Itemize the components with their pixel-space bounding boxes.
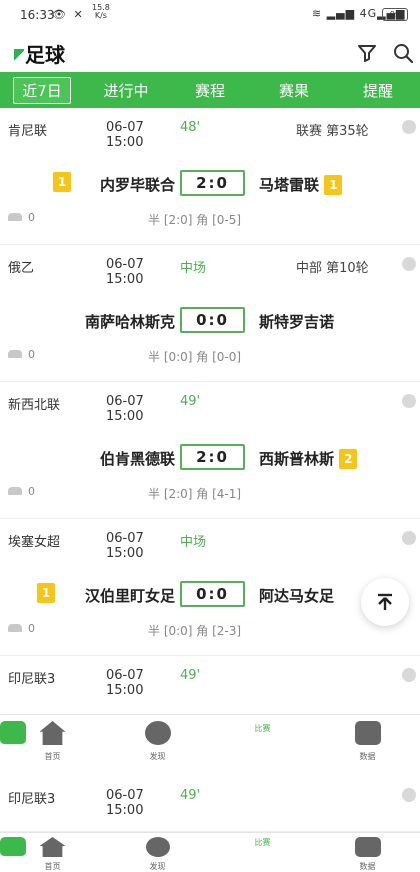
back-to-top-button[interactable] bbox=[361, 578, 409, 626]
home-icon bbox=[39, 721, 66, 745]
bottom-nav: 首页 发现 比赛 数据 bbox=[0, 714, 420, 768]
match-datetime: 06-07 15:00 bbox=[106, 668, 144, 698]
people-icon bbox=[8, 624, 22, 632]
search-icon[interactable] bbox=[392, 42, 414, 64]
league-name: 印尼联3 bbox=[8, 672, 56, 687]
match-datetime: 06-07 15:00 bbox=[106, 394, 144, 424]
nav-data[interactable]: 数据 bbox=[315, 833, 420, 872]
half-corner-stats: 半 [0:0] 角 [2-3] bbox=[148, 624, 242, 638]
status-bar: 16:33 👁 ✕ 15.8 K/s ≋ ▂▄▆ 4G▂▄▆ 99 bbox=[0, 0, 420, 32]
tab-bar: 近7日 进行中 赛程 赛果 提醒 bbox=[0, 72, 420, 108]
nav-match[interactable]: 比赛 bbox=[0, 833, 315, 872]
league-name: 俄乙 bbox=[8, 261, 35, 276]
status-icons: 👁 ✕ bbox=[52, 8, 85, 21]
half-corner-stats: 半 [0:0] 角 [0-0] bbox=[148, 350, 242, 364]
bottom-nav: 首页 发现 比赛 数据 bbox=[0, 832, 420, 872]
match-datetime: 06-07 15:00 bbox=[106, 531, 144, 561]
home-icon bbox=[39, 837, 66, 857]
match-row[interactable]: 新西北联 06-07 15:00 49' 伯肯黑德联 2:0 西斯普林斯 2 0 … bbox=[0, 382, 420, 519]
away-team: 斯特罗吉诺 bbox=[259, 313, 335, 331]
battery-icon: 99 bbox=[382, 8, 408, 21]
match-status: 48' bbox=[180, 120, 201, 135]
match-row[interactable]: 埃塞女超 06-07 15:00 中场 1 汉伯里盯女足 0:0 阿达马女足 0 … bbox=[0, 519, 420, 656]
yellow-card-badge: 2 bbox=[339, 449, 358, 469]
match-status: 49' bbox=[180, 668, 201, 683]
away-team: 西斯普林斯 2 bbox=[259, 448, 389, 469]
tab-reminders[interactable]: 提醒 bbox=[336, 80, 420, 101]
league-name: 埃塞女超 bbox=[8, 535, 61, 550]
score-box: 2:0 bbox=[180, 170, 245, 196]
league-name: 新西北联 bbox=[8, 398, 61, 413]
home-team: 南萨哈林斯克 bbox=[84, 313, 175, 331]
page-title: 足球 bbox=[14, 39, 65, 68]
match-round: 中部 第10轮 bbox=[296, 261, 369, 276]
people-count: 0 bbox=[8, 348, 35, 361]
league-name: 肯尼联 bbox=[8, 124, 48, 139]
arrow-up-icon bbox=[378, 593, 392, 610]
alarm-icon[interactable] bbox=[402, 788, 416, 802]
nav-data[interactable]: 数据 bbox=[315, 715, 420, 768]
status-time: 16:33 bbox=[20, 8, 55, 22]
people-count: 0 bbox=[8, 485, 35, 498]
score-box: 2:0 bbox=[180, 444, 245, 470]
match-datetime: 06-07 15:00 bbox=[106, 120, 144, 150]
tab-in-progress[interactable]: 进行中 bbox=[84, 80, 168, 101]
people-count: 0 bbox=[8, 622, 35, 635]
home-team: 汉伯里盯女足 bbox=[84, 587, 175, 605]
away-team: 马塔雷联 1 bbox=[259, 174, 389, 195]
people-icon bbox=[8, 213, 22, 221]
logo-icon bbox=[14, 49, 24, 63]
yellow-card-badge: 1 bbox=[324, 175, 343, 195]
match-status: 49' bbox=[180, 394, 201, 409]
data-icon bbox=[354, 837, 381, 857]
match-row[interactable]: 俄乙 06-07 15:00 中场 中部 第10轮 南萨哈林斯克 0:0 斯特罗吉… bbox=[0, 245, 420, 382]
discover-icon bbox=[144, 721, 171, 745]
tab-results[interactable]: 赛果 bbox=[252, 80, 336, 101]
match-icon bbox=[0, 721, 26, 745]
match-datetime: 06-07 15:00 bbox=[106, 788, 144, 818]
match-row[interactable]: 印尼联3 06-07 15:00 49' bbox=[0, 776, 420, 832]
filter-icon[interactable] bbox=[356, 42, 378, 64]
match-round: 联赛 第35轮 bbox=[296, 124, 369, 139]
alarm-icon[interactable] bbox=[402, 531, 416, 545]
nav-discover[interactable]: 发现 bbox=[105, 715, 210, 768]
alarm-icon[interactable] bbox=[402, 120, 416, 134]
match-status: 中场 bbox=[180, 261, 207, 276]
match-datetime: 06-07 15:00 bbox=[106, 257, 144, 287]
nav-match[interactable]: 比赛 bbox=[0, 715, 315, 768]
half-corner-stats: 半 [2:0] 角 [0-5] bbox=[148, 213, 242, 227]
nav-discover[interactable]: 发现 bbox=[105, 833, 210, 872]
match-row[interactable]: 印尼联3 06-07 15:00 49' bbox=[0, 656, 420, 716]
league-name: 印尼联3 bbox=[8, 792, 56, 807]
home-team: 伯肯黑德联 bbox=[99, 450, 175, 468]
match-row[interactable]: 肯尼联 06-07 15:00 48' 联赛 第35轮 1 内罗毕联合 2:0 马… bbox=[0, 108, 420, 245]
tab-last-7-days[interactable]: 近7日 bbox=[0, 76, 84, 104]
tab-schedule[interactable]: 赛程 bbox=[168, 80, 252, 101]
score-box: 0:0 bbox=[180, 581, 245, 607]
alarm-icon[interactable] bbox=[402, 394, 416, 408]
data-icon bbox=[354, 721, 381, 745]
app-header: 足球 bbox=[0, 32, 420, 72]
match-status: 中场 bbox=[180, 535, 207, 550]
alarm-icon[interactable] bbox=[402, 668, 416, 682]
alarm-icon[interactable] bbox=[402, 257, 416, 271]
score-box: 0:0 bbox=[180, 307, 245, 333]
network-speed: 15.8 K/s bbox=[92, 3, 110, 20]
people-icon bbox=[8, 487, 22, 495]
home-team: 内罗毕联合 bbox=[99, 176, 175, 194]
match-icon bbox=[0, 837, 26, 857]
match-status: 49' bbox=[180, 788, 201, 803]
people-count: 0 bbox=[8, 211, 35, 224]
half-corner-stats: 半 [2:0] 角 [4-1] bbox=[148, 487, 242, 501]
discover-icon bbox=[145, 837, 170, 857]
people-icon bbox=[8, 350, 22, 358]
